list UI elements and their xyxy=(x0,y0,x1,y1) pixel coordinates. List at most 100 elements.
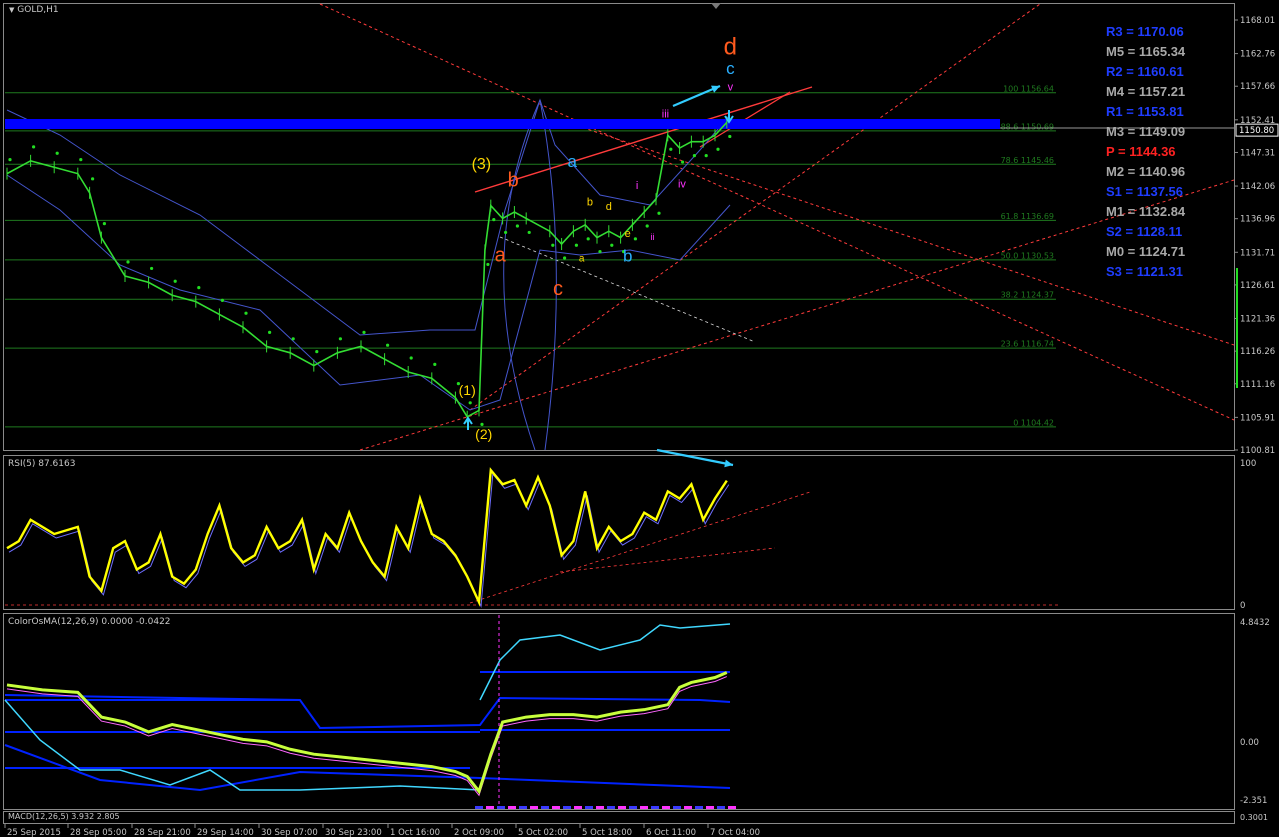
macd-signal-line xyxy=(6,676,727,797)
wave-label-13: a xyxy=(495,244,507,266)
sar-dot-9 xyxy=(197,286,201,290)
sar-dot-8 xyxy=(173,279,177,283)
wave-label-9: a xyxy=(567,152,577,171)
wave-label-15: a xyxy=(579,253,585,264)
sar-dot-40 xyxy=(692,154,697,158)
macd-histogram-bar-2 xyxy=(497,806,505,809)
macd-histogram-bar-22 xyxy=(717,806,725,809)
main-pane-frame xyxy=(3,3,1235,451)
sar-dot-26 xyxy=(515,224,520,228)
price-tick-label-11: 1111.16 xyxy=(1240,380,1275,390)
time-tick-label-4: 30 Sep 07:00 xyxy=(261,828,318,837)
chart-canvas[interactable]: 100 1156.64 88.6 1150.69 78.6 1145.46 61.8 … xyxy=(0,0,1279,837)
macd-histogram-bar-18 xyxy=(673,806,681,809)
pivot-level-8: S1 = 1137.56 xyxy=(1106,184,1183,199)
sar-dot-41 xyxy=(704,154,708,158)
sar-dot-32 xyxy=(598,250,602,254)
resistance-zone-bar xyxy=(5,119,1000,129)
pivot-level-9: M1 = 1132.84 xyxy=(1106,204,1186,219)
scroll-marker-icon[interactable] xyxy=(711,3,721,9)
wave-label-14: b xyxy=(623,246,632,265)
time-tick-label-7: 2 Oct 09:00 xyxy=(454,828,504,837)
band-upper xyxy=(6,98,731,336)
wave-label-11: d xyxy=(606,201,612,213)
time-tick-label-6: 1 Oct 16:00 xyxy=(390,828,440,837)
fib-label-2: 78.6 1145.46 xyxy=(1001,156,1054,165)
sar-dot-2 xyxy=(55,151,59,155)
macd-tick-label-2: -2.351 xyxy=(1240,796,1267,806)
macd-histogram-bar-8 xyxy=(563,806,571,809)
fib-label-3: 61.8 1136.69 xyxy=(1001,212,1054,221)
macd-tick-label-1: 0.00 xyxy=(1240,738,1259,748)
time-tick-label-8: 5 Oct 02:00 xyxy=(518,828,568,837)
sar-dot-28 xyxy=(551,243,555,247)
macd-histogram-bar-5 xyxy=(530,806,538,809)
macd-histogram-bar-15 xyxy=(640,806,648,809)
rsi-divergence-arrow-icon xyxy=(656,448,734,468)
price-series xyxy=(6,116,728,423)
volume-meter-bar xyxy=(1236,268,1238,388)
wave-label-16: c xyxy=(553,278,563,300)
sar-dot-10 xyxy=(220,298,224,303)
sar-dot-38 xyxy=(669,147,673,151)
price-tick-label-6: 1136.96 xyxy=(1240,215,1275,225)
macd-histogram-bar-20 xyxy=(695,806,703,809)
fib-label-0: 100 1156.64 xyxy=(1003,84,1054,93)
sar-dot-1 xyxy=(31,145,36,149)
macd-histogram-bar-13 xyxy=(618,806,626,809)
rsi-tick-label-1: 0 xyxy=(1240,601,1245,611)
rsi-tick-label-0: 100 xyxy=(1240,459,1256,469)
rsi-divergence-arrow-icon-head xyxy=(724,459,733,468)
macd-histogram-bar-14 xyxy=(629,806,637,809)
annotation-arrows xyxy=(463,84,734,468)
sar-dot-25 xyxy=(504,230,508,235)
macd-pane-label: ColorOsMA(12,26,9) 0.0000 -0.0422 xyxy=(8,617,171,627)
rsi-divergence-arrow-icon-shaft xyxy=(656,448,734,467)
wave-label-4: iv xyxy=(678,179,686,191)
wedge-upper-line xyxy=(474,86,813,193)
macd-histogram-bar-23 xyxy=(728,806,736,809)
fib-label-7: 0 1104.42 xyxy=(1013,418,1054,427)
sar-dot-17 xyxy=(386,343,390,347)
sar-dot-30 xyxy=(574,243,579,247)
sar-dot-21 xyxy=(468,401,472,405)
wave-label-6: ii xyxy=(650,232,654,242)
time-tick-label-1: 28 Sep 05:00 xyxy=(70,828,127,837)
sar-dot-16 xyxy=(362,330,366,335)
price-tick-label-1: 1162.76 xyxy=(1240,50,1275,60)
sar-dot-5 xyxy=(102,222,106,226)
rsi-trendline-2 xyxy=(559,547,776,573)
macd-sub-tick-label: 0.3001 xyxy=(1240,813,1268,822)
fib-label-6: 23.6 1116.74 xyxy=(1001,340,1054,349)
price-tick-label-8: 1126.61 xyxy=(1240,281,1275,291)
rsi-pane xyxy=(5,467,1060,609)
sar-dot-0 xyxy=(8,158,12,162)
macd-sub-pane-frame xyxy=(3,811,1235,824)
downtrend-line-upper xyxy=(319,3,1235,421)
wave-label-5: i xyxy=(636,180,638,192)
price-tick-label-4: 1147.31 xyxy=(1240,148,1275,158)
macd-histogram-bar-16 xyxy=(651,806,659,809)
band-spike-left xyxy=(503,99,541,451)
macd-histogram-bar-12 xyxy=(607,806,615,809)
sar-dot-43 xyxy=(728,134,732,139)
pivot-level-5: M3 = 1149.09 xyxy=(1106,124,1186,139)
macd-histogram-bar-21 xyxy=(706,806,714,809)
symbol-label: ▼ GOLD,H1 xyxy=(9,5,59,15)
fib-label-5: 38.2 1124.37 xyxy=(1001,291,1054,300)
symbol-dropdown-icon[interactable]: ▼ xyxy=(9,6,14,14)
macd-histogram-bar-17 xyxy=(662,806,670,809)
uptrend-channel-upper xyxy=(469,3,1041,411)
macd-cyan-upper xyxy=(479,623,731,701)
wave-label-3: iii xyxy=(662,108,669,120)
macd-histogram-bar-7 xyxy=(552,806,560,809)
price-tick-label-9: 1121.36 xyxy=(1240,315,1275,325)
time-tick-label-5: 30 Sep 23:00 xyxy=(325,828,382,837)
pivot-level-4: R1 = 1153.81 xyxy=(1106,104,1184,119)
macd-tick-label-0: 4.8432 xyxy=(1240,618,1270,628)
time-tick-label-3: 29 Sep 14:00 xyxy=(197,828,254,837)
price-tick-label-13: 1100.81 xyxy=(1240,446,1275,456)
trend-lines xyxy=(5,3,1235,451)
macd-histogram-bar-0 xyxy=(475,806,483,809)
price-tick-label-7: 1131.71 xyxy=(1240,248,1275,258)
